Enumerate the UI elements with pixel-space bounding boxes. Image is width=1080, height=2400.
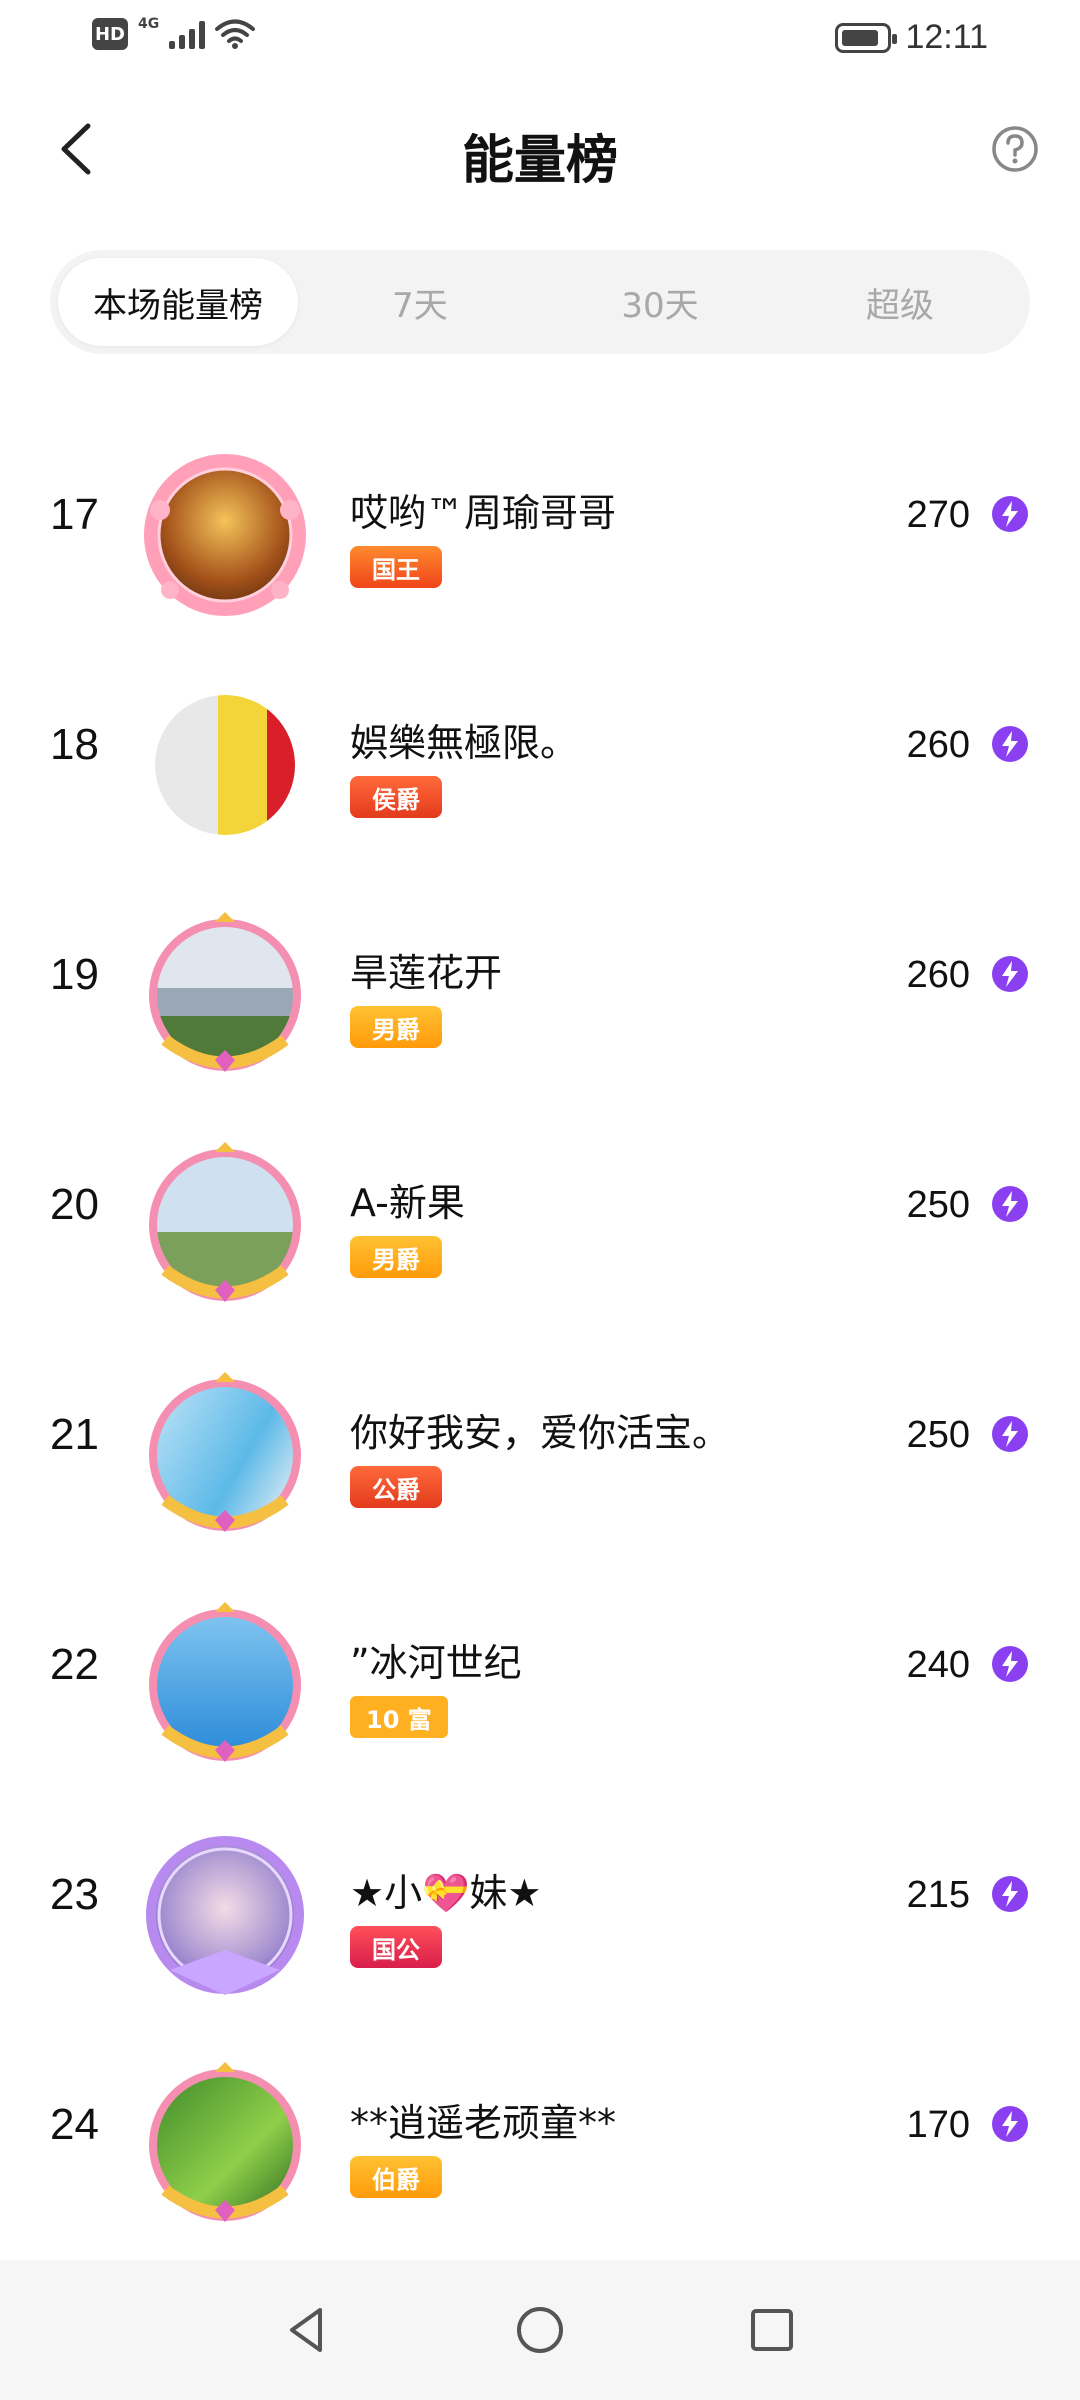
list-item[interactable]: 23 ★小💝妹★ 国公 215	[0, 1800, 1080, 2030]
tab-30-days[interactable]: 30天	[590, 258, 730, 346]
hd-badge: HD	[92, 18, 128, 50]
wealth-badge: 10 富	[350, 1696, 448, 1738]
avatar-frame-icon	[149, 2062, 301, 2222]
tab-current-session[interactable]: 本场能量榜	[58, 258, 298, 346]
user-name: 娯樂無極限。	[350, 721, 579, 765]
user-name: 哎哟™周瑜哥哥	[350, 491, 617, 535]
energy-score: 250	[906, 1414, 970, 1456]
rank-number: 23	[50, 1870, 99, 1919]
avatar-frame-icon	[149, 1372, 301, 1532]
energy-bolt-icon	[992, 1646, 1028, 1682]
system-nav-bar	[0, 2260, 1080, 2400]
status-left: HD 4G	[92, 16, 256, 50]
energy-score: 215	[906, 1874, 970, 1916]
period-tabs: 本场能量榜 7天 30天 超级	[50, 250, 1030, 354]
energy-bolt-icon	[992, 1416, 1028, 1452]
avatar[interactable]	[140, 2060, 310, 2230]
avatar-frame-icon	[149, 1602, 301, 1762]
energy-score: 270	[906, 494, 970, 536]
avatar[interactable]	[140, 680, 310, 850]
level-badge: 侯爵	[350, 776, 442, 818]
tab-super[interactable]: 超级	[830, 258, 970, 346]
level-badge: 国公	[350, 1926, 442, 1968]
energy-bolt-icon	[992, 1186, 1028, 1222]
nav-back-icon[interactable]	[278, 2300, 338, 2360]
avatar[interactable]	[140, 1830, 310, 2000]
rank-number: 19	[50, 950, 99, 999]
energy-score: 240	[906, 1644, 970, 1686]
list-item[interactable]: 20 A-新果 男爵 250	[0, 1110, 1080, 1340]
user-name: 旱莲花开	[350, 951, 503, 995]
avatar[interactable]	[140, 910, 310, 1080]
rank-number: 22	[50, 1640, 99, 1689]
avatar-frame-icon	[149, 912, 301, 1072]
list-item[interactable]: 18 娯樂無極限。 侯爵 260	[0, 650, 1080, 880]
list-item[interactable]: 17 哎哟™周瑜哥哥 国王 270	[0, 420, 1080, 650]
nav-home-icon[interactable]	[510, 2300, 570, 2360]
level-badge: 男爵	[350, 1006, 442, 1048]
network-type: 4G	[138, 16, 160, 32]
energy-bolt-icon	[992, 1876, 1028, 1912]
clock: 12:11	[905, 18, 988, 56]
avatar[interactable]	[140, 1140, 310, 1310]
level-badge: 伯爵	[350, 2156, 442, 2198]
rank-number: 20	[50, 1180, 99, 1229]
rank-number: 24	[50, 2100, 99, 2149]
avatar[interactable]	[140, 450, 310, 620]
status-right: 12:11	[835, 18, 988, 57]
energy-score: 260	[906, 724, 970, 766]
page-title: 能量榜	[461, 131, 618, 191]
energy-bolt-icon	[992, 726, 1028, 762]
rank-number: 17	[50, 490, 99, 539]
avatar[interactable]	[140, 1600, 310, 1770]
signal-icon	[169, 19, 206, 49]
avatar[interactable]	[140, 1370, 310, 1540]
rank-number: 18	[50, 720, 99, 769]
energy-bolt-icon	[992, 496, 1028, 532]
user-name: ★小💝妹★	[350, 1871, 542, 1915]
list-item[interactable]: 19 旱莲花开 男爵 260	[0, 880, 1080, 1110]
energy-score: 260	[906, 954, 970, 996]
rank-number: 21	[50, 1410, 99, 1459]
user-name: **逍遥老顽童**	[350, 2101, 617, 2145]
help-icon[interactable]	[990, 124, 1040, 174]
energy-bolt-icon	[992, 2106, 1028, 2142]
user-name: ”冰河世纪	[350, 1641, 522, 1685]
avatar-frame-icon	[146, 1836, 304, 1995]
level-badge: 国王	[350, 546, 442, 588]
level-badge: 公爵	[350, 1466, 442, 1508]
header: 能量榜	[0, 100, 1080, 200]
wifi-icon	[215, 19, 256, 49]
battery-icon	[835, 22, 898, 53]
energy-score: 250	[906, 1184, 970, 1226]
avatar-frame-icon	[144, 454, 306, 616]
energy-bolt-icon	[992, 956, 1028, 992]
energy-score: 170	[906, 2104, 970, 2146]
list-item[interactable]: 24 **逍遥老顽童** 伯爵 170	[0, 2030, 1080, 2260]
list-item[interactable]: 22 ”冰河世纪 10 富 240	[0, 1570, 1080, 1800]
user-name: 你好我安，爱你活宝。	[350, 1411, 731, 1455]
list-item[interactable]: 21 你好我安，爱你活宝。 公爵 250	[0, 1340, 1080, 1570]
user-name: A-新果	[350, 1181, 465, 1225]
level-badge: 男爵	[350, 1236, 442, 1278]
tab-7-days[interactable]: 7天	[350, 258, 490, 346]
avatar-frame-icon	[149, 1142, 301, 1302]
nav-recents-icon[interactable]	[742, 2300, 802, 2360]
status-bar: HD 4G 12:11	[0, 0, 1080, 80]
